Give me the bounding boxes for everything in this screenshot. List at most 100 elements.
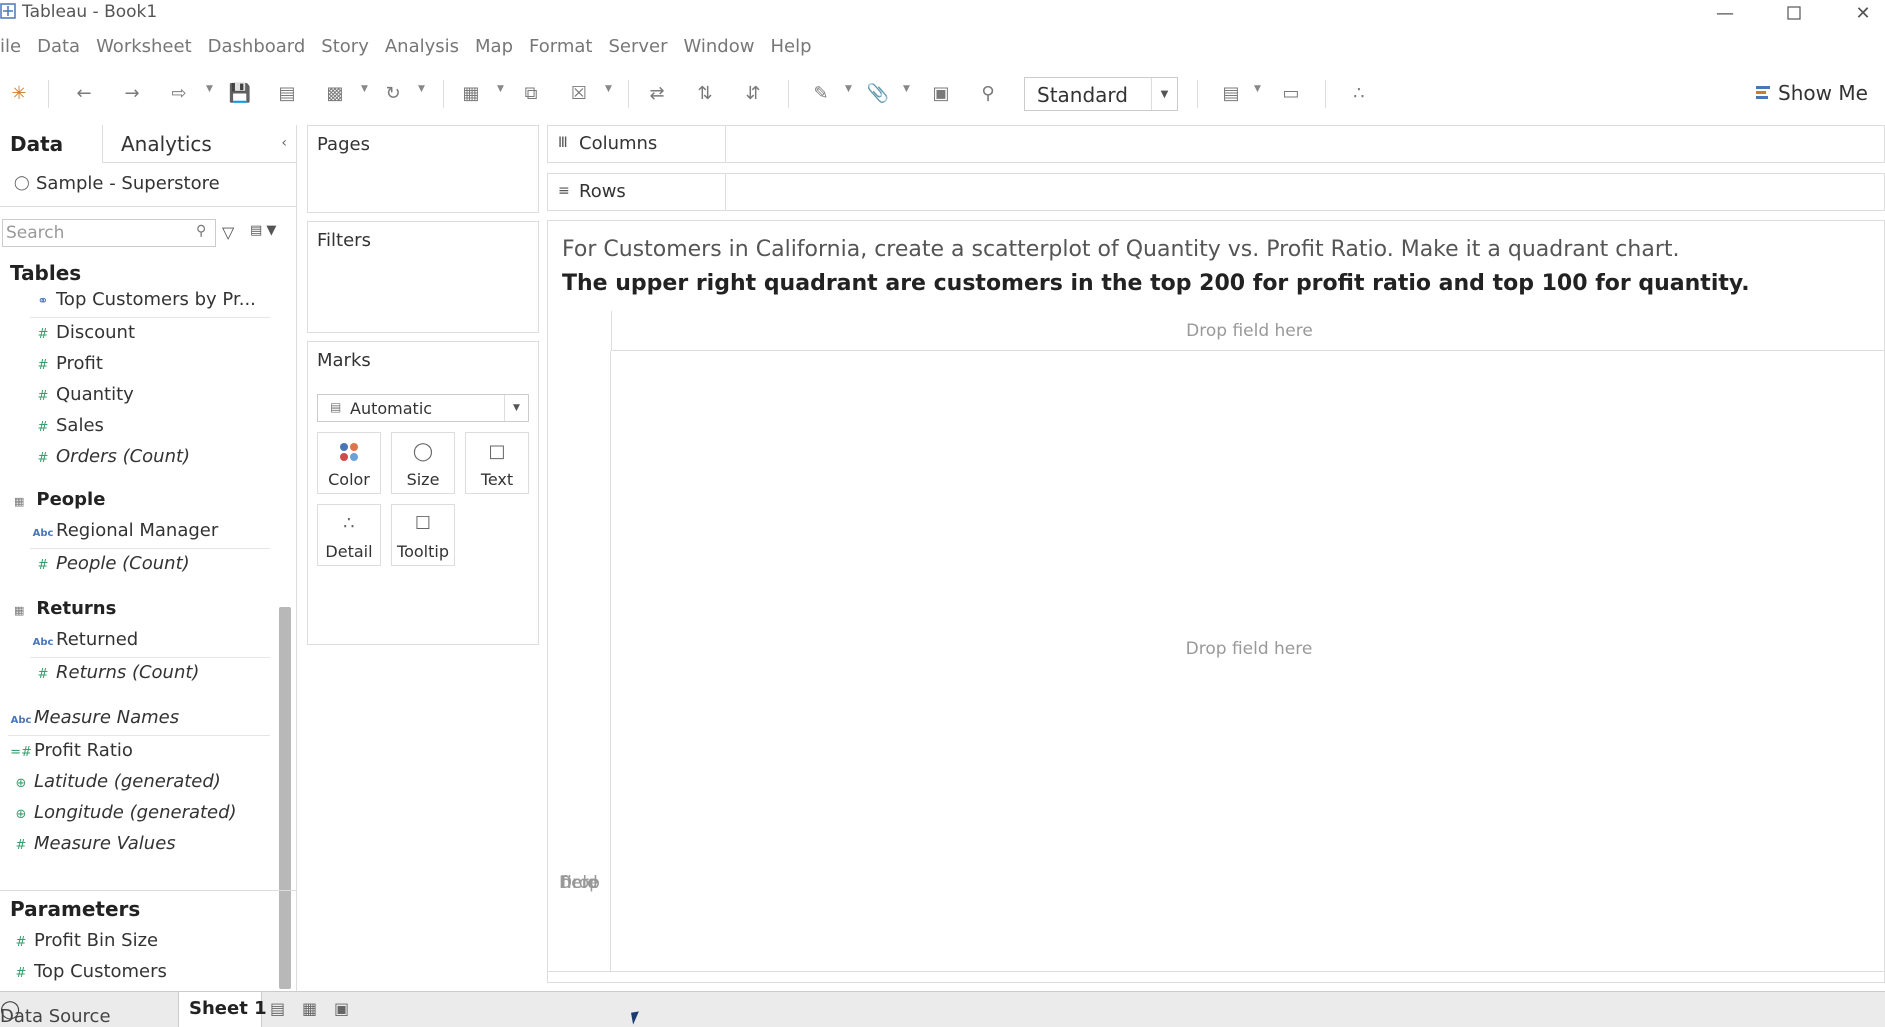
fit-select-value: Standard: [1037, 83, 1128, 107]
new-worksheet-button[interactable]: ▦: [458, 80, 484, 106]
pause-dropdown-icon[interactable]: ▼: [361, 84, 368, 94]
maximize-icon: [1787, 6, 1801, 20]
field-orders-count[interactable]: # Orders (Count): [30, 446, 191, 472]
text-button[interactable]: □ Text: [465, 432, 529, 494]
highlight-dropdown-icon[interactable]: ▼: [845, 84, 852, 94]
size-button[interactable]: ◯ Size: [391, 432, 455, 494]
folder-returns[interactable]: ▦ Returns: [0, 598, 116, 619]
menu-help[interactable]: Help: [770, 36, 811, 64]
pages-card[interactable]: Pages: [307, 125, 539, 213]
view-options-icon[interactable]: ▤ ▼: [250, 223, 276, 238]
field-measure-names[interactable]: Abc Measure Names: [8, 707, 180, 733]
columns-drop-zone[interactable]: Drop field here: [611, 311, 1885, 351]
search-icon[interactable]: ⚲: [196, 223, 206, 239]
collapse-pane-icon[interactable]: ‹: [281, 135, 287, 151]
show-mark-labels-button[interactable]: ▣: [928, 80, 954, 106]
menu-data[interactable]: Data: [37, 36, 80, 64]
text-icon: □: [488, 441, 506, 462]
save-button[interactable]: 💾: [227, 80, 253, 106]
field-people-count[interactable]: # People (Count): [30, 553, 190, 579]
menu-analysis[interactable]: Analysis: [385, 36, 459, 64]
menu-dashboard[interactable]: Dashboard: [208, 36, 306, 64]
share-button[interactable]: ∴: [1346, 80, 1372, 106]
group-dropdown-icon[interactable]: ▼: [903, 84, 910, 94]
measure-icon: #: [15, 838, 27, 853]
presentation-mode-button[interactable]: ▭: [1278, 80, 1304, 106]
maximize-button[interactable]: [1766, 0, 1822, 26]
swap-rows-columns-button[interactable]: ⇄: [644, 80, 670, 106]
menu-window[interactable]: Window: [684, 36, 755, 64]
search-input[interactable]: [2, 219, 216, 247]
filters-card[interactable]: Filters: [307, 221, 539, 333]
tableau-start-button[interactable]: ✳: [6, 80, 32, 106]
field-label: Returned: [56, 629, 139, 650]
menu-file[interactable]: ile: [0, 36, 21, 64]
menu-format[interactable]: Format: [529, 36, 592, 64]
fix-axes-button[interactable]: ⚲: [975, 80, 1001, 106]
field-latitude[interactable]: ⊕ Latitude (generated): [8, 771, 221, 797]
mark-type-select[interactable]: ▤ Automatic ▼: [317, 394, 529, 422]
minimize-button[interactable]: —: [1697, 0, 1753, 26]
clear-sheet-dropdown-icon[interactable]: ▼: [605, 84, 612, 94]
rows-drop-zone[interactable]: Drop field here: [548, 351, 611, 971]
columns-shelf[interactable]: Ⅲ Columns: [547, 125, 1885, 163]
field-longitude[interactable]: ⊕ Longitude (generated): [8, 802, 237, 828]
show-cards-dropdown-icon[interactable]: ▼: [1254, 84, 1261, 94]
replay-dropdown-icon[interactable]: ▼: [206, 84, 213, 94]
field-returned[interactable]: Abc Returned: [30, 629, 139, 655]
refresh-button[interactable]: ↻: [380, 80, 406, 106]
menu-server[interactable]: Server: [608, 36, 667, 64]
new-worksheet-dropdown-icon[interactable]: ▼: [497, 84, 504, 94]
color-button[interactable]: Color: [317, 432, 381, 494]
field-discount[interactable]: # Discount: [30, 322, 135, 348]
field-top-customers-set[interactable]: ⚭ Top Customers by Pr...: [30, 289, 256, 315]
tooltip-button[interactable]: ☐ Tooltip: [391, 504, 455, 566]
replay-button[interactable]: ⇨: [166, 80, 192, 106]
detail-button[interactable]: ∴ Detail: [317, 504, 381, 566]
close-button[interactable]: ✕: [1835, 0, 1885, 26]
show-me-label: Show Me: [1778, 81, 1868, 105]
tab-data-source[interactable]: ◯ Data Source: [0, 992, 178, 1027]
data-pane-scrollbar[interactable]: [279, 607, 291, 989]
show-cards-button[interactable]: ▤: [1218, 80, 1244, 106]
sort-ascending-button[interactable]: ⇅: [692, 80, 718, 106]
menu-worksheet[interactable]: Worksheet: [96, 36, 192, 64]
redo-button[interactable]: →: [119, 80, 145, 106]
field-quantity[interactable]: # Quantity: [30, 384, 134, 410]
field-regional-manager[interactable]: Abc Regional Manager: [30, 520, 219, 546]
highlight-button[interactable]: ✎: [808, 80, 834, 106]
menu-story[interactable]: Story: [321, 36, 369, 64]
new-data-source-button[interactable]: ▤: [274, 80, 300, 106]
rows-icon: ≡: [558, 183, 570, 199]
new-dashboard-icon[interactable]: ▦: [302, 999, 317, 1018]
rows-shelf[interactable]: ≡ Rows: [547, 173, 1885, 211]
show-cards-icon: ▤: [1222, 82, 1240, 104]
filter-icon[interactable]: ▽: [222, 223, 234, 242]
field-measure-values[interactable]: # Measure Values: [8, 833, 176, 859]
view-drop-zone[interactable]: Drop field here: [612, 351, 1885, 971]
field-returns-count[interactable]: # Returns (Count): [30, 662, 200, 688]
tooltip-icon: ☐: [414, 513, 432, 534]
tab-data[interactable]: Data: [0, 125, 103, 163]
refresh-dropdown-icon[interactable]: ▼: [418, 84, 425, 94]
datasource-item[interactable]: ◯ Sample - Superstore: [0, 163, 296, 207]
undo-button[interactable]: ←: [71, 80, 97, 106]
menu-map[interactable]: Map: [475, 36, 513, 64]
clear-sheet-button[interactable]: ☒: [566, 80, 592, 106]
field-profit-ratio[interactable]: =# Profit Ratio: [8, 740, 133, 766]
tab-analytics[interactable]: Analytics ‹: [103, 125, 296, 162]
field-sales[interactable]: # Sales: [30, 415, 104, 441]
field-profit[interactable]: # Profit: [30, 353, 103, 379]
param-top-customers[interactable]: # Top Customers: [8, 961, 167, 987]
group-members-button[interactable]: 📎: [865, 80, 891, 106]
pause-updates-button[interactable]: ▩: [322, 80, 348, 106]
sort-descending-button[interactable]: ⇵: [740, 80, 766, 106]
param-profit-bin-size[interactable]: # Profit Bin Size: [8, 930, 159, 956]
tab-sheet1[interactable]: Sheet 1: [178, 992, 267, 1027]
show-me-button[interactable]: Show Me: [1756, 81, 1868, 105]
folder-people[interactable]: ▦ People: [0, 489, 105, 510]
duplicate-sheet-button[interactable]: ⧉: [518, 80, 544, 106]
new-story-icon[interactable]: ▣: [334, 999, 349, 1018]
fit-select[interactable]: Standard ▼: [1024, 77, 1178, 111]
new-worksheet-icon[interactable]: ▤: [270, 999, 285, 1018]
